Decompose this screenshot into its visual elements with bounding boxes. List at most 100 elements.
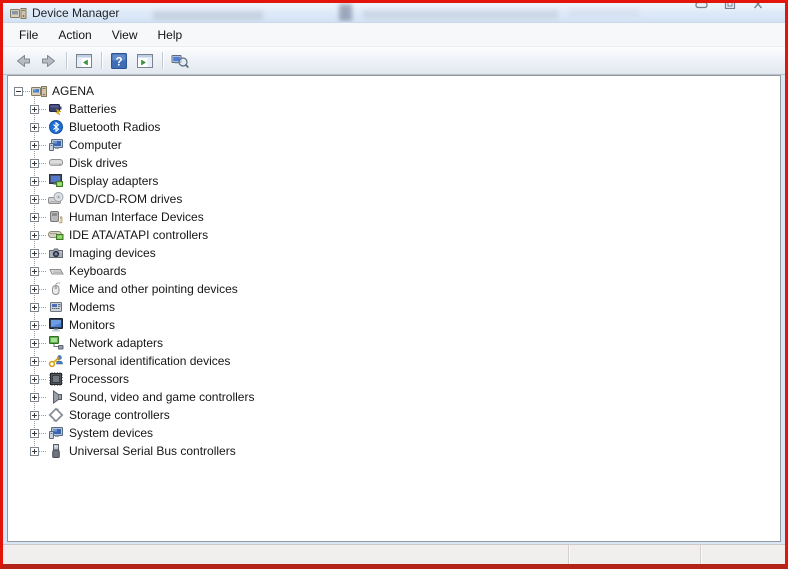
tree-item-label: Personal identification devices: [69, 354, 231, 368]
show-console-tree-button[interactable]: [71, 49, 97, 72]
usb-icon: [47, 443, 65, 459]
tree-expander[interactable]: [30, 374, 39, 384]
restore-button[interactable]: [719, 3, 741, 14]
toolbar-separator: [162, 52, 163, 69]
tree-expander[interactable]: [30, 140, 39, 150]
show-action-pane-button[interactable]: [132, 49, 158, 72]
tree-item-storage-controllers[interactable]: Storage controllers: [8, 406, 780, 424]
toolbar-separator: [101, 52, 102, 69]
tree-item-label: Human Interface Devices: [69, 210, 204, 224]
menu-item-view[interactable]: View: [102, 25, 148, 45]
scan-hardware-changes-button[interactable]: [167, 49, 193, 72]
device-tree: AGENA Batteries Bluetooth Radios Computer Di…: [8, 82, 780, 460]
tree-connector: [39, 162, 47, 164]
tree-item-network-adapters[interactable]: Network adapters: [8, 334, 780, 352]
tree-expander[interactable]: [30, 194, 39, 204]
tree-item-imaging-devices[interactable]: Imaging devices: [8, 244, 780, 262]
tree-expander[interactable]: [30, 320, 39, 330]
tree-item-disk-drives[interactable]: Disk drives: [8, 154, 780, 172]
tree-connector: [39, 252, 47, 254]
tree-item-processors[interactable]: Processors: [8, 370, 780, 388]
tree-connector: [39, 342, 47, 344]
tree-expander[interactable]: [30, 410, 39, 420]
tree-expander[interactable]: [30, 122, 39, 132]
tree-item-label: Batteries: [69, 102, 117, 116]
tree-connector: [39, 234, 47, 236]
monitor-icon: [47, 317, 65, 333]
status-bar: [3, 544, 785, 564]
keyboard-icon: [47, 263, 65, 279]
device-manager-icon: [10, 5, 27, 21]
imaging-device-icon: [47, 245, 65, 261]
status-pane: [3, 545, 568, 564]
tree-item-display-adapters[interactable]: Display adapters: [8, 172, 780, 190]
aero-glass-blur: [153, 11, 263, 20]
storage-controller-icon: [47, 407, 65, 423]
aero-glass-blur: [569, 9, 639, 17]
aero-glass-blur: [363, 10, 558, 19]
tree-item-universal-serial-bus-controllers[interactable]: Universal Serial Bus controllers: [8, 442, 780, 460]
tree-expander[interactable]: [30, 356, 39, 366]
minimize-button[interactable]: [691, 3, 713, 14]
tree-connector: [39, 108, 47, 110]
tree-item-dvd-cd-rom-drives[interactable]: DVD/CD-ROM drives: [8, 190, 780, 208]
tree-item-computer[interactable]: Computer: [8, 136, 780, 154]
tree-item-personal-identification-devices[interactable]: Personal identification devices: [8, 352, 780, 370]
menu-item-file[interactable]: File: [9, 25, 48, 45]
tree-expander[interactable]: [30, 248, 39, 258]
toolbar-separator: [66, 52, 67, 69]
back-arrow-icon: [14, 52, 32, 70]
tree-expander[interactable]: [30, 158, 39, 168]
tree-item-sound-video-and-game-controllers[interactable]: Sound, video and game controllers: [8, 388, 780, 406]
tree-expander[interactable]: [30, 392, 39, 402]
forward-button[interactable]: [36, 49, 62, 72]
tree-connector: [39, 288, 47, 290]
minimize-icon: [695, 3, 709, 14]
tree-item-mice-and-other-pointing-devices[interactable]: Mice and other pointing devices: [8, 280, 780, 298]
device-tree-panel[interactable]: AGENA Batteries Bluetooth Radios Computer Di…: [7, 75, 781, 542]
tree-item-label: Mice and other pointing devices: [69, 282, 238, 296]
restore-icon: [723, 3, 737, 14]
tree-expander[interactable]: [14, 86, 23, 96]
tree-item-label: Display adapters: [69, 174, 159, 188]
tree-connector: [39, 414, 47, 416]
tree-item-modems[interactable]: Modems: [8, 298, 780, 316]
tree-item-bluetooth-radios[interactable]: Bluetooth Radios: [8, 118, 780, 136]
help-button[interactable]: ?: [106, 49, 132, 72]
scan-hardware-icon: [171, 52, 189, 70]
tree-expander[interactable]: [30, 338, 39, 348]
close-button[interactable]: [747, 3, 769, 14]
main-area: AGENA Batteries Bluetooth Radios Computer Di…: [3, 75, 785, 544]
status-pane: [569, 545, 700, 564]
back-button[interactable]: [10, 49, 36, 72]
tree-expander[interactable]: [30, 446, 39, 456]
tree-item-agena[interactable]: AGENA: [8, 82, 780, 100]
mouse-icon: [47, 281, 65, 297]
menu-item-action[interactable]: Action: [48, 25, 101, 45]
tree-item-label: Network adapters: [69, 336, 164, 350]
tree-item-human-interface-devices[interactable]: Human Interface Devices: [8, 208, 780, 226]
screenshot-frame: Device Manager File Action View Help ? AGEN…: [0, 0, 788, 569]
tree-expander[interactable]: [30, 302, 39, 312]
tree-expander[interactable]: [30, 266, 39, 276]
tree-expander[interactable]: [30, 212, 39, 222]
menu-item-help[interactable]: Help: [148, 25, 193, 45]
tree-item-batteries[interactable]: Batteries: [8, 100, 780, 118]
system-device-icon: [47, 425, 65, 441]
network-adapter-icon: [47, 335, 65, 351]
close-icon: [751, 3, 765, 14]
tree-item-system-devices[interactable]: System devices: [8, 424, 780, 442]
tree-expander[interactable]: [30, 176, 39, 186]
tree-item-monitors[interactable]: Monitors: [8, 316, 780, 334]
tree-item-keyboards[interactable]: Keyboards: [8, 262, 780, 280]
tree-item-label: AGENA: [52, 84, 95, 98]
workstation-icon: [30, 83, 48, 99]
tree-expander[interactable]: [30, 230, 39, 240]
tree-expander[interactable]: [30, 104, 39, 114]
tree-expander[interactable]: [30, 284, 39, 294]
tree-expander[interactable]: [30, 428, 39, 438]
tree-item-label: Computer: [69, 138, 122, 152]
id-device-icon: [47, 353, 65, 369]
tree-item-ide-ata-atapi-controllers[interactable]: IDE ATA/ATAPI controllers: [8, 226, 780, 244]
tree-connector: [39, 324, 47, 326]
